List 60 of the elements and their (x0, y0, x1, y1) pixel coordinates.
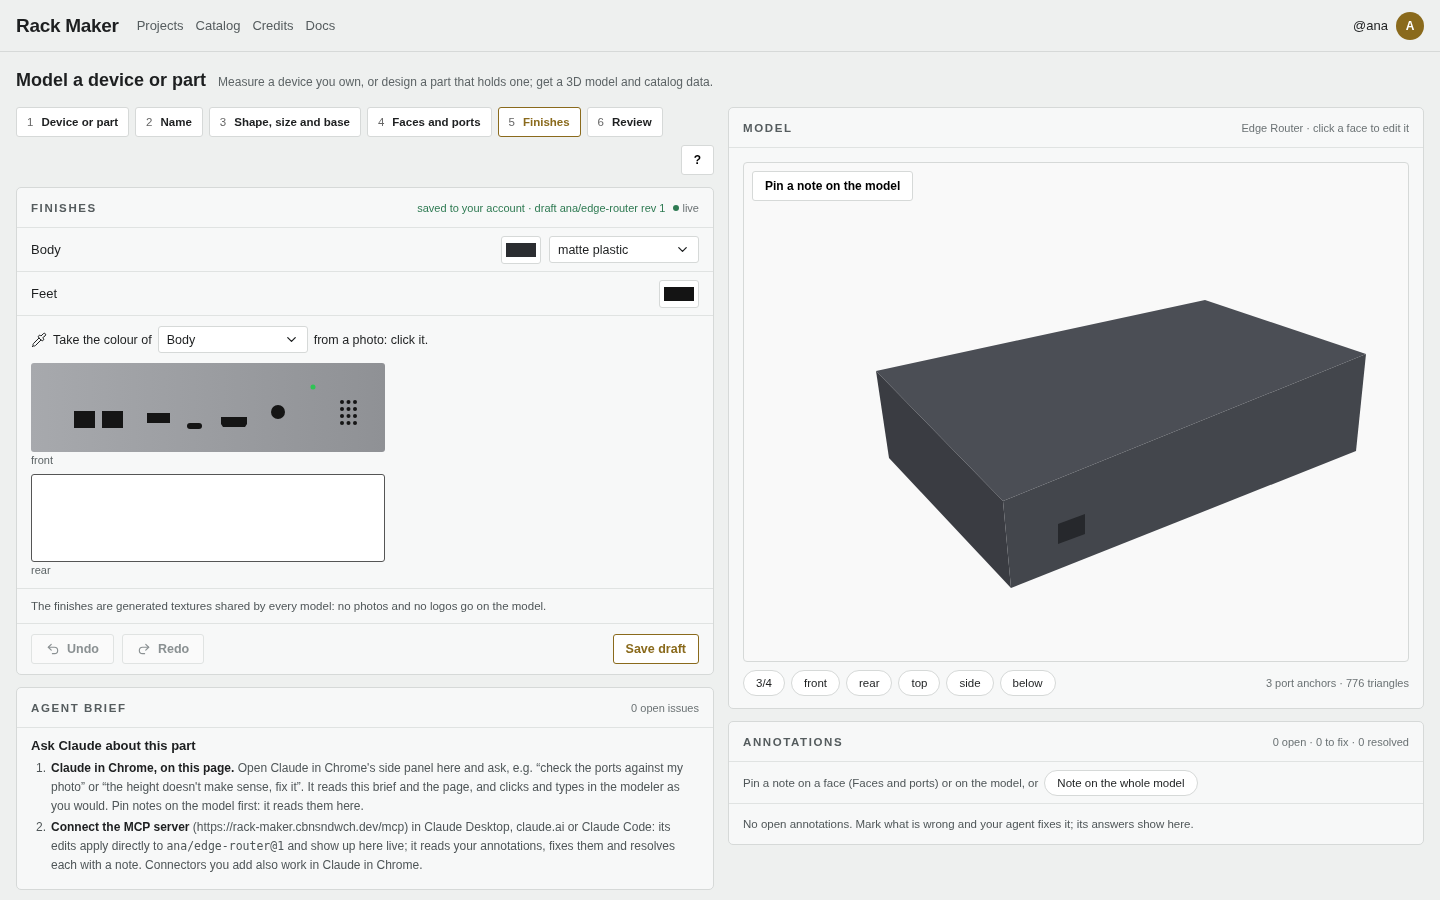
step-number: 2. (35, 819, 46, 836)
nav-link[interactable]: Docs (305, 18, 336, 33)
step-tab[interactable]: 5 Finishes (497, 107, 581, 137)
view-button[interactable]: front (791, 670, 840, 696)
page-title: Model a device or part (16, 70, 207, 91)
picker-label: Take the colour of (53, 332, 152, 347)
pin-note-button[interactable]: Pin a note on the model (752, 171, 914, 201)
step-tab[interactable]: 6 Review (586, 107, 663, 137)
view-button[interactable]: side (946, 670, 994, 696)
redo-icon (136, 642, 151, 656)
whole-model-note-button[interactable]: Note on the whole model (1044, 769, 1198, 796)
user-avatar[interactable]: A (1396, 11, 1424, 40)
step-tab[interactable]: 1 Device or part (16, 107, 130, 137)
save-status: saved to your account · draft ana/edge-router rev 1 (417, 201, 666, 214)
photo-caption: rear (31, 564, 52, 576)
view-button[interactable]: 3/4 (743, 670, 785, 696)
issue-count: 0 open issues (631, 701, 699, 714)
finish-label: Body (31, 242, 62, 257)
annotation-counts: 0 open · 0 to fix · 0 resolved (1272, 735, 1409, 748)
annotation-hint: Pin a note on a face (Faces and ports) or on the model, or (743, 776, 1039, 789)
undo-icon (46, 642, 60, 656)
card-title: MODEL (743, 121, 793, 134)
view-button[interactable]: below (999, 670, 1056, 696)
empty-photo-frame[interactable] (31, 474, 385, 562)
nav-link[interactable]: Catalog (195, 18, 241, 33)
card-title: FINISHES (31, 201, 97, 214)
finish-label: Feet (31, 286, 58, 301)
photo-caption: front (31, 454, 54, 466)
finishes-note: The finishes are generated textures shared by every model: no photos and no logos go on the model. (17, 589, 713, 624)
brief-step: Connect the MCP server (https://rack-maker.cbnsndwch.dev/mcp) in Claude Desktop, claude.ai or Claude Code: its edits apply directly to ana/edge-router@1 and show up here live; it reads your annotations, fixes them and resolves each with a note. Connectors you add also work in Claude in Chrome. (51, 818, 699, 875)
step-tab[interactable]: 4 Faces and ports (366, 107, 492, 137)
live-status: live (673, 201, 699, 214)
card-title: AGENT BRIEF (31, 701, 127, 714)
model-stats: 3 port anchors · 776 triangles (1265, 677, 1409, 689)
app-logo[interactable]: Rack Maker (16, 14, 119, 37)
view-button[interactable]: top (898, 670, 941, 696)
step-number: 1. (35, 760, 46, 777)
material-select[interactable]: matte plastic (549, 236, 699, 263)
colour-swatch[interactable] (501, 235, 541, 264)
help-button[interactable]: ? (681, 145, 714, 175)
page-subtitle: Measure a device you own, or design a part that holds one; get a 3D model and catalog data. (218, 75, 714, 89)
nav-link[interactable]: Credits (252, 18, 294, 33)
eyedropper-icon (31, 331, 47, 348)
save-draft-button[interactable]: Save draft (612, 634, 699, 664)
view-button[interactable]: rear (846, 670, 893, 696)
brief-heading: Ask Claude about this part (31, 738, 197, 753)
step-tab[interactable]: 3 Shape, size and base (208, 107, 361, 137)
card-title: ANNOTATIONS (743, 735, 844, 748)
model-info: Edge Router · click a face to edit it (1241, 121, 1409, 134)
nav-link[interactable]: Projects (136, 18, 184, 33)
front-panel-drawing[interactable] (31, 363, 385, 452)
step-tab[interactable]: 2 Name (135, 107, 203, 137)
user-name: @ana (1353, 18, 1388, 33)
picker-hint: from a photo: click it. (313, 332, 429, 347)
brief-step: Claude in Chrome, on this page. Open Claude in Chrome's side panel here and ask, e.g. “check the ports against my photo” or “the height doesn't make sense, fix it”. It reads this brief and the page, and clicks and types in the modeler as you would. Pin notes on the model first: it reads them here. (51, 759, 699, 816)
part-select[interactable]: Body (157, 326, 308, 353)
box-model-drawing[interactable] (876, 300, 1366, 588)
empty-annotations-text: No open annotations. Mark what is wrong and your agent fixes it; its answers show here. (743, 818, 1194, 830)
colour-swatch[interactable] (659, 279, 699, 308)
model-viewport[interactable]: Pin a note on the model (743, 162, 1409, 662)
